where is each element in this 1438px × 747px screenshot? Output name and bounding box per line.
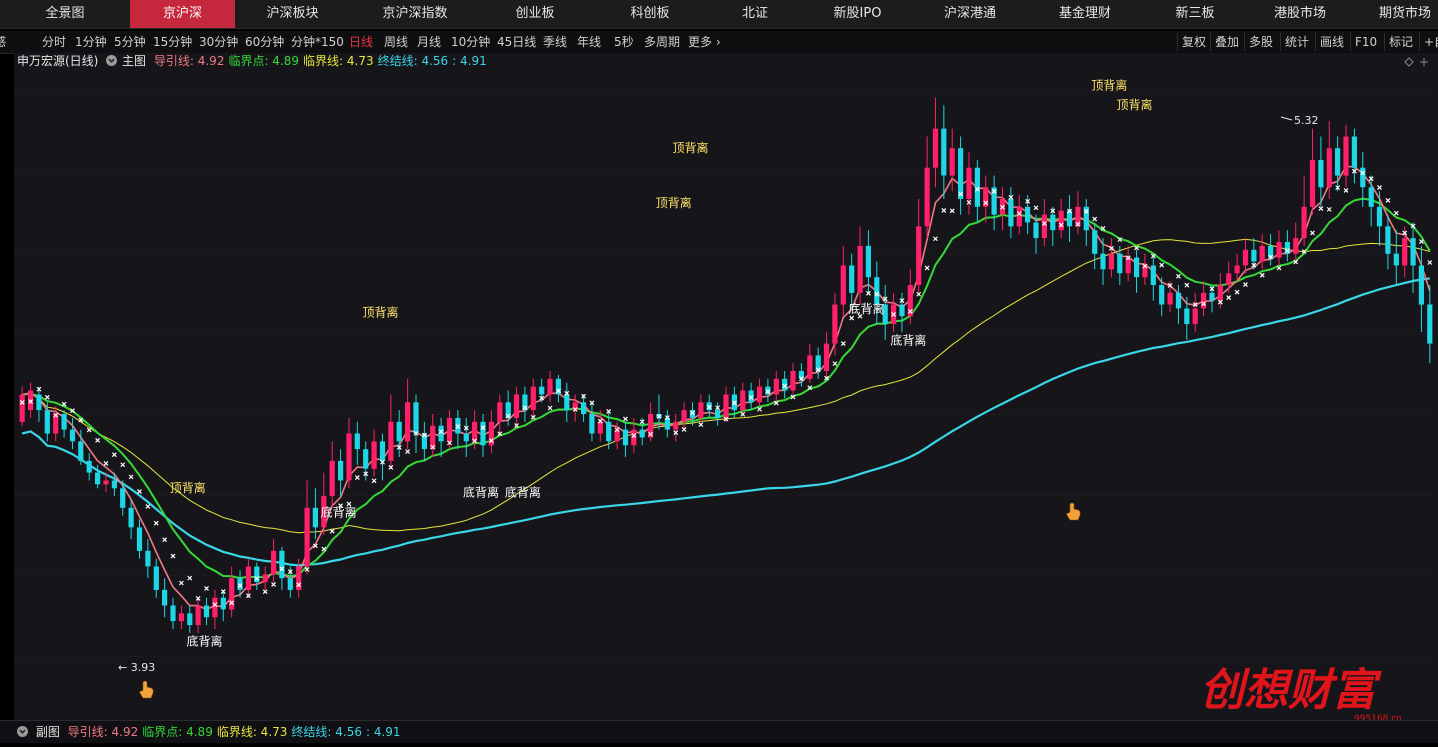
collapse-icon[interactable] [106, 55, 118, 66]
nav-tab-0[interactable]: 全景图 [0, 0, 130, 28]
stock-name: 申万宏源(日线) [17, 54, 99, 68]
nav-tab-10[interactable]: 新三板 [1145, 0, 1245, 28]
timeframe-5[interactable]: 60分钟 [245, 31, 284, 53]
sub-indicator-values: 导引线: 4.92 临界点: 4.89 临界线: 4.73 终结线: 4.56: 4.… [68, 725, 405, 739]
nav-tab-6[interactable]: 北证 [710, 0, 800, 28]
sub_info-value-4: : 4.91 [365, 725, 401, 739]
timeframe-7[interactable]: 日线 [349, 31, 373, 53]
main_info-value-4: : 4.91 [452, 54, 487, 68]
timeframe-15[interactable]: 多周期 [644, 31, 680, 53]
timeframe-3[interactable]: 15分钟 [153, 31, 192, 53]
nav-tab-11[interactable]: 港股市场 [1245, 0, 1355, 28]
toolbar-button-4[interactable]: 画线 [1315, 33, 1348, 51]
main-indicator-values: 导引线: 4.92 临界点: 4.89 临界线: 4.73 终结线: 4.56: 4.… [154, 54, 491, 68]
timeframe-0[interactable]: 分时 [42, 31, 66, 53]
main_info-value-1: 临界点: 4.89 [228, 54, 300, 68]
toolbar-button-6[interactable]: 标记 [1384, 33, 1417, 51]
timeframe-2[interactable]: 5分钟 [114, 31, 146, 53]
main_info-value-0: 导引线: 4.92 [153, 54, 225, 68]
toolbar-button-2[interactable]: 多股 [1244, 33, 1277, 51]
chart-toolbar: 感 分时 1分钟 5分钟 15分钟 30分钟 60分钟 分钟*150 日线 周线 月线 10分钟 45日… [0, 31, 1438, 54]
timeframe-13[interactable]: 年线 [577, 31, 601, 53]
main-chart-area[interactable] [14, 53, 1438, 720]
toolbar-button-3[interactable]: 统计 [1280, 33, 1313, 51]
nav-tab-8[interactable]: 沪深港通 [915, 0, 1025, 28]
toolbar-stub[interactable]: 感 [0, 31, 6, 53]
sub-chart-label[interactable]: 副图 [36, 725, 60, 739]
svg-text:创想财富: 创想财富 [1200, 665, 1382, 716]
nav-tab-2[interactable]: 沪深板块 [235, 0, 350, 28]
market-nav: 全景图 京沪深 沪深板块 京沪深指数 创业板 科创板 北证 新股IPO 沪深港通 基金理财 新三板港… [0, 0, 1438, 29]
timeframe-11[interactable]: 45日线 [497, 31, 536, 53]
timeframe-14[interactable]: 5秒 [614, 31, 634, 53]
nav-tab-1[interactable]: 京沪深 [130, 0, 235, 28]
toolbar-button-0[interactable]: 复权 [1177, 33, 1210, 51]
timeframe-6[interactable]: 分钟*150 [291, 31, 344, 53]
timeframe-16[interactable]: 更多 › [688, 31, 721, 53]
toolbar-button-7[interactable]: +自 [1419, 33, 1438, 51]
main-chart-label[interactable]: 主图 [122, 54, 146, 68]
timeframe-4[interactable]: 30分钟 [199, 31, 238, 53]
sub_info-value-1: 临界点: 4.89 [142, 725, 213, 739]
main_info-value-2: 临界线: 4.73 [303, 54, 374, 68]
sub-indicator-bar: 副图 导引线: 4.92 临界点: 4.89 临界线: 4.73 终结线: 4.56:… [0, 720, 1438, 743]
timeframe-1[interactable]: 1分钟 [75, 31, 107, 53]
sub_info-value-2: 临界线: 4.73 [216, 725, 288, 739]
nav-tab-4[interactable]: 创业板 [480, 0, 590, 28]
nav-tab-5[interactable]: 科创板 [590, 0, 710, 28]
timeframe-8[interactable]: 周线 [384, 31, 408, 53]
sub_info-value-0: 导引线: 4.92 [67, 725, 139, 739]
timeframe-10[interactable]: 10分钟 [451, 31, 490, 53]
sub-collapse-icon[interactable] [17, 726, 28, 737]
sub_info-value-3: 终结线: 4.56 [291, 725, 362, 739]
timeframe-12[interactable]: 季线 [543, 31, 567, 53]
nav-tab-9[interactable]: 基金理财 [1025, 0, 1145, 28]
toolbar-button-5[interactable]: F10 [1350, 33, 1381, 51]
main_info-value-3: 终结线: 4.56 [377, 54, 449, 68]
main-indicator-bar: 申万宏源(日线) 主图 导引线: 4.92 临界点: 4.89 临界线: 4.73 终… [0, 53, 495, 69]
nav-tab-7[interactable]: 新股IPO [800, 0, 915, 28]
timeframe-9[interactable]: 月线 [417, 31, 441, 53]
nav-tab-12[interactable]: 期货市场 [1355, 0, 1438, 28]
toolbar-button-1[interactable]: 叠加 [1210, 33, 1243, 51]
nav-tab-3[interactable]: 京沪深指数 [350, 0, 480, 28]
